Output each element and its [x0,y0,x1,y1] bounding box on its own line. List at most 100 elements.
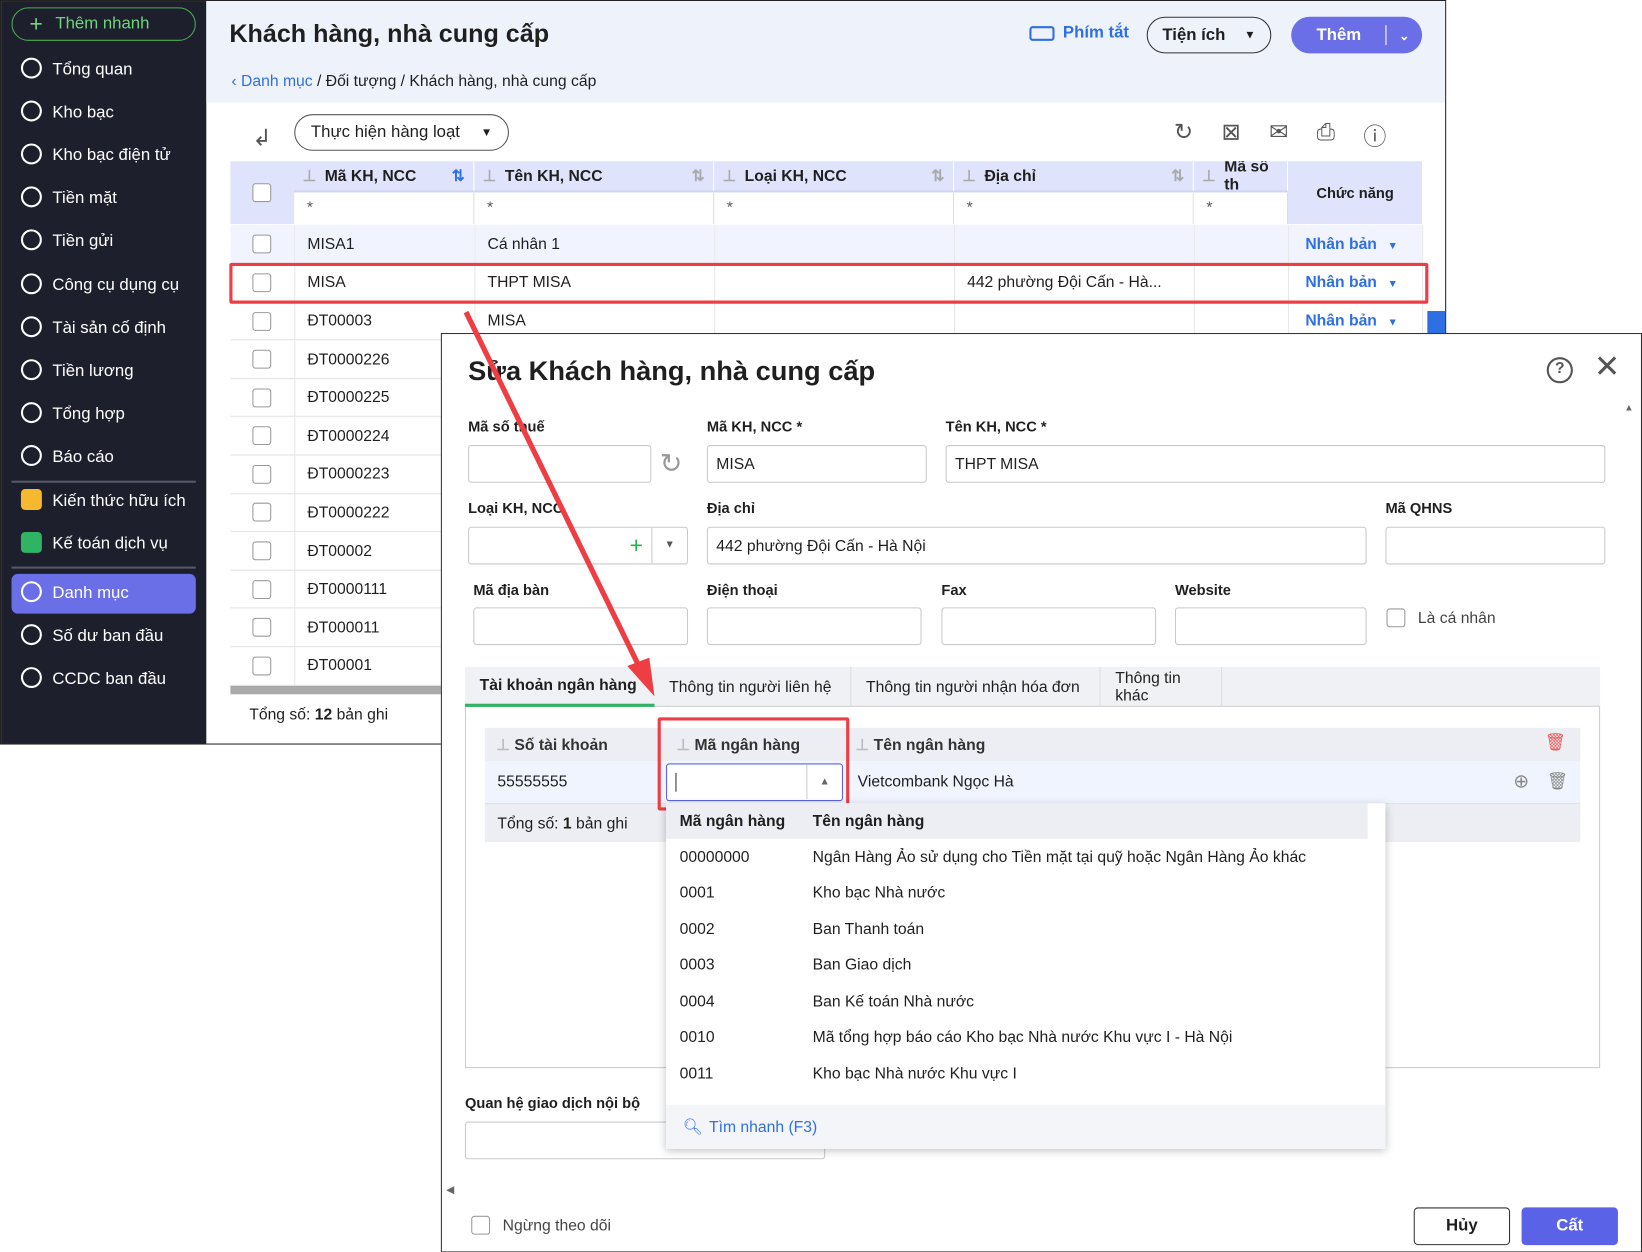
row-checkbox[interactable] [252,579,272,599]
row-checkbox[interactable] [252,656,272,676]
refresh-icon[interactable]: ↻ [1174,118,1193,152]
sidebar-item[interactable]: Kho bạc [12,93,196,133]
quick-search-button[interactable]: 🔍︎ Tìm nhanh (F3) [666,1104,1386,1149]
dropdown-option[interactable]: 0003 Ban Giao dịch [666,947,1385,983]
sort-icon[interactable]: ⇅ [1171,167,1184,186]
dropdown-option[interactable]: 0011 Kho bạc Nhà nước Khu vực I [666,1056,1385,1092]
phone-input[interactable] [706,607,922,646]
website-input[interactable] [1174,607,1367,646]
column-header[interactable]: ⊥ Loại KH, NCC ⇅ [714,161,954,192]
table-row[interactable]: MISA1 Cá nhân 1 Nhân bản ▼ [230,225,1423,264]
dropdown-option[interactable]: 0010 Mã tổng hợp báo cáo Kho bạc Nhà nước… [666,1019,1385,1055]
customer-code-input[interactable]: MISA [706,445,927,483]
cancel-button[interactable]: Hủy [1413,1207,1511,1246]
sidebar-item[interactable]: Công cụ dụng cụ [12,266,196,306]
column-filter-input[interactable]: * [294,192,475,225]
add-button[interactable]: Thêm ⌄ [1291,16,1423,54]
sidebar-item[interactable]: Kiến thức hữu ích [12,482,196,522]
column-header-account[interactable]: ⊥ Số tài khoản [496,735,607,754]
refresh-icon[interactable]: ↻ [660,447,683,479]
sort-icon[interactable]: ⇅ [692,167,705,186]
column-header[interactable]: ⊥ Địa chỉ ⇅ [953,161,1194,192]
page-header: Khách hàng, nhà cung cấp ‹ Danh mục / Đố… [206,1,1446,103]
email-icon[interactable]: ✉ [1269,118,1288,152]
dropdown-option[interactable]: 0001 Kho bạc Nhà nước [666,875,1385,911]
tab-0[interactable]: Tài khoản ngân hàng [464,667,655,707]
dropdown-arrow-icon[interactable]: ▼ [651,527,687,564]
sidebar-item[interactable]: Tài sản cố định [12,309,196,349]
duplicate-button[interactable]: Nhân bản ▼ [1305,312,1398,330]
shortcuts-button[interactable]: Phím tắt [1029,24,1129,43]
column-header[interactable]: ⊥ Mã số th [1193,161,1289,192]
horizontal-scrollbar[interactable] [230,685,442,695]
qhns-input[interactable] [1385,526,1606,565]
sidebar-item[interactable]: Số dư ban đầu [12,617,196,657]
excel-export-icon[interactable]: ⊠ [1221,118,1240,152]
column-header[interactable]: ⊥ Tên KH, NCC ⇅ [474,161,715,192]
help-icon[interactable]: ⓘ [1363,118,1386,152]
sidebar-item[interactable]: Kế toán dịch vụ [12,525,196,565]
add-plus-icon[interactable]: + [630,532,643,559]
row-checkbox[interactable] [252,234,272,254]
row-checkbox[interactable] [252,426,272,446]
delete-row-icon[interactable]: 🗑 [1547,771,1568,792]
row-checkbox[interactable] [252,349,272,369]
dropdown-option[interactable]: 0002 Ban Thanh toán [666,911,1385,947]
print-icon[interactable]: ⎙ [1317,118,1335,152]
row-checkbox[interactable] [252,464,272,484]
sidebar-item[interactable]: Danh mục [11,573,196,614]
row-checkbox[interactable] [252,388,272,408]
row-checkbox[interactable] [252,618,272,637]
address-input[interactable]: 442 phường Đội Cấn - Hà Nội [706,526,1367,565]
dropdown-option[interactable]: 0004 Ban Kế toán Nhà nước [666,983,1385,1019]
duplicate-button[interactable]: Nhân bản ▼ [1305,235,1398,253]
row-checkbox[interactable] [252,311,272,331]
close-icon[interactable]: ✕ [1594,349,1620,386]
customer-type-combobox[interactable]: + ▼ [468,526,689,565]
sort-icon[interactable]: ⇅ [931,167,944,186]
individual-checkbox[interactable]: Là cá nhân [1386,608,1496,628]
area-code-input[interactable] [473,607,689,646]
sidebar-item[interactable]: Kho bạc điện tử [12,136,196,176]
edit-customer-dialog: Sửa Khách hàng, nhà cung cấp ? ✕ Mã số t… [440,333,1642,1252]
quick-add-button[interactable]: + Thêm nhanh [11,7,196,41]
sidebar-item[interactable]: Tổng quan [12,50,196,90]
tab-2[interactable]: Thông tin người nhận hóa đơn [851,667,1101,707]
save-button[interactable]: Cất [1521,1207,1618,1246]
add-row-icon[interactable]: ⊕ [1513,771,1529,793]
sidebar-item[interactable]: CCDC ban đầu [12,660,196,700]
tab-1[interactable]: Thông tin người liên hệ [655,667,852,707]
help-icon[interactable]: ? [1546,357,1573,384]
dialog-horizontal-scrollbar[interactable]: ◀ [442,1184,1641,1199]
column-filter-input[interactable]: * [953,192,1194,225]
sidebar-item[interactable]: Báo cáo [12,438,196,478]
sort-icon[interactable]: ⇅ [452,167,465,186]
column-header-bank-name[interactable]: ⊥ Tên ngân hàng [856,735,986,754]
fax-input[interactable] [941,607,1157,646]
breadcrumb-back-link[interactable]: ‹ Danh mục [231,72,312,90]
stop-tracking-checkbox[interactable]: Ngừng theo dõi [471,1215,611,1235]
tab-3[interactable]: Thông tin khác [1101,667,1223,707]
row-checkbox[interactable] [252,503,272,522]
column-filter-input[interactable]: * [474,192,715,225]
sidebar-item[interactable]: Tiền mặt [12,179,196,219]
dropdown-option[interactable]: 00000000 Ngân Hàng Ảo sử dụng cho Tiền mặ… [666,839,1385,875]
dialog-vertical-scrollbar[interactable]: ▲ [1624,397,1639,1182]
sidebar-item[interactable]: Tổng hợp [12,395,196,435]
select-all-checkbox[interactable] [252,183,272,203]
sidebar-item[interactable]: Tiền lương [12,352,196,392]
batch-action-dropdown[interactable]: Thực hiện hàng loạt ▼ [294,114,509,151]
column-filter-input[interactable]: * [714,192,954,225]
column-header[interactable]: ⊥ Mã KH, NCC ⇅ [294,161,475,192]
chevron-down-icon[interactable]: ⌄ [1399,28,1410,43]
account-number-cell[interactable]: 55555555 [497,773,567,791]
tax-code-input[interactable] [468,445,652,483]
column-filter-input[interactable]: * [1193,192,1289,225]
delete-all-icon[interactable]: 🗑 [1545,732,1566,753]
report-icon [20,444,42,471]
row-checkbox[interactable] [252,541,272,561]
utilities-dropdown[interactable]: Tiện ích ▼ [1146,16,1272,54]
sidebar-item[interactable]: Tiền gửi [12,222,196,262]
customer-name-input[interactable]: THPT MISA [945,445,1606,483]
collapse-arrow-icon[interactable]: ↲ [252,125,271,152]
